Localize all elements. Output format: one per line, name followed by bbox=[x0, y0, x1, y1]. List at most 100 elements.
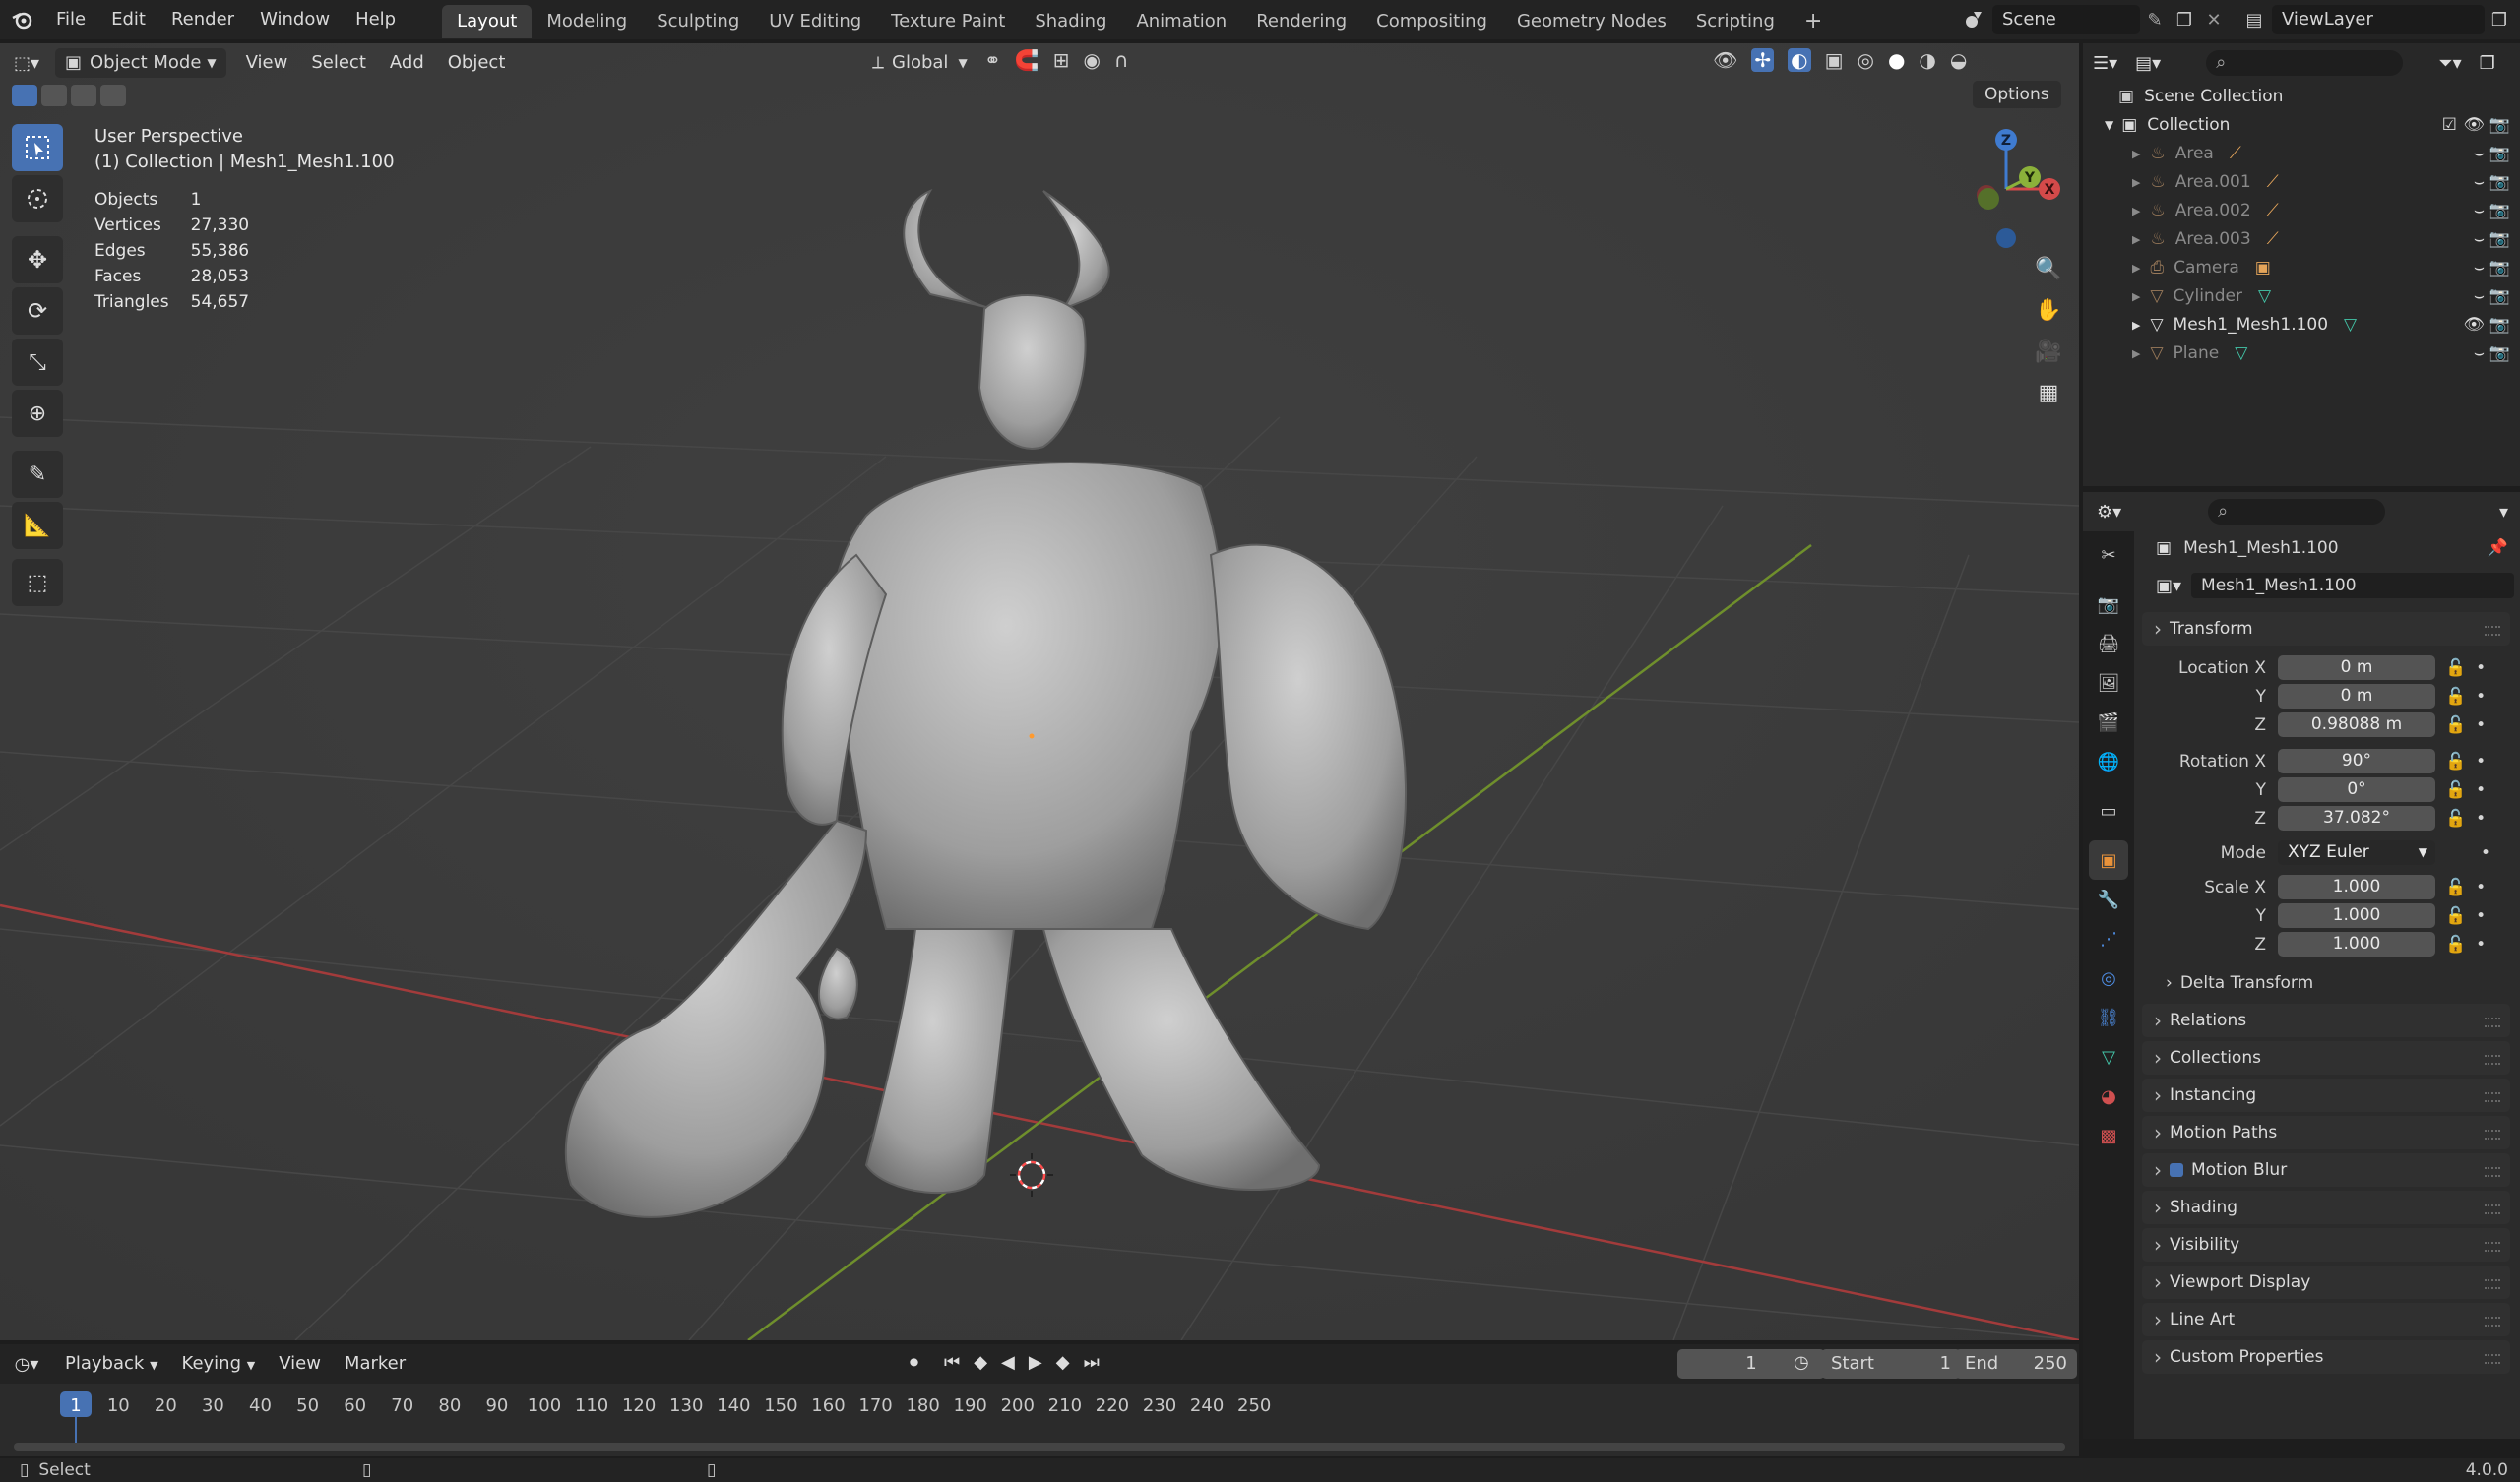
drag-grip-icon[interactable] bbox=[2485, 1018, 2500, 1027]
object-name-field[interactable]: Mesh1_Mesh1.100 bbox=[2191, 573, 2515, 598]
eye-closed-icon[interactable]: ⌣ bbox=[2474, 197, 2485, 225]
constraints-tab-icon[interactable]: ⛓ bbox=[2089, 998, 2128, 1037]
play-reverse-icon[interactable]: ◀ bbox=[1001, 1352, 1015, 1373]
tab-geometry-nodes[interactable]: Geometry Nodes bbox=[1502, 5, 1681, 38]
drag-grip-icon[interactable] bbox=[2485, 1130, 2500, 1140]
expand-chevron-icon[interactable]: ▶ bbox=[2132, 225, 2140, 254]
lock-icon[interactable]: 🔓 bbox=[2445, 935, 2466, 955]
expand-chevron-icon[interactable]: ▶ bbox=[2132, 340, 2140, 368]
add-workspace-button[interactable]: + bbox=[1790, 5, 1837, 38]
expand-chevron-icon[interactable]: ▶ bbox=[2132, 197, 2140, 225]
outliner-item[interactable]: ▶ ♨ Area.001 ⟋ ⌣ 📷 bbox=[2118, 168, 2520, 197]
scale-tool-icon[interactable]: ⤡ bbox=[12, 339, 63, 386]
delta-transform-subpanel[interactable]: › Delta Transform bbox=[2142, 966, 2520, 1000]
rendered-shading-icon[interactable]: ◒ bbox=[1950, 48, 1967, 72]
eye-icon[interactable]: 👁 bbox=[2463, 311, 2485, 340]
viewport-menu-object[interactable]: Object bbox=[436, 43, 518, 83]
drag-grip-icon[interactable] bbox=[2485, 1167, 2500, 1177]
drag-grip-icon[interactable] bbox=[2485, 1317, 2500, 1327]
eye-closed-icon[interactable]: ⌣ bbox=[2474, 254, 2485, 282]
keying-menu[interactable]: Keying ▼ bbox=[170, 1344, 268, 1384]
light-icon[interactable]: ⟋ bbox=[2267, 197, 2279, 225]
viewport-menu-view[interactable]: View bbox=[234, 43, 300, 83]
panel-header[interactable]: Visibility bbox=[2142, 1228, 2510, 1262]
visibility-filter-icon[interactable]: 👁 bbox=[1713, 48, 1737, 72]
wireframe-shading-icon[interactable]: ◎ bbox=[1858, 48, 1874, 72]
keyframe-dot-icon[interactable]: • bbox=[2476, 658, 2486, 678]
next-keyframe-icon[interactable]: ◆ bbox=[1056, 1352, 1070, 1373]
particles-tab-icon[interactable]: ⋰ bbox=[2089, 919, 2128, 958]
view-layer-icon[interactable]: ▤ bbox=[2236, 4, 2272, 35]
timeline-scrollbar[interactable] bbox=[14, 1443, 2065, 1451]
exclude-checkbox[interactable]: ☑ bbox=[2442, 111, 2457, 140]
display-mode-icon[interactable]: ▤▾ bbox=[2135, 53, 2161, 74]
keyframe-dot-icon[interactable]: • bbox=[2476, 780, 2486, 800]
light-icon[interactable]: ⟋ bbox=[2230, 140, 2241, 168]
tool-tab-icon[interactable]: ✂ bbox=[2089, 535, 2128, 575]
rotate-tool-icon[interactable]: ⟳ bbox=[12, 287, 63, 335]
falloff-icon[interactable]: ∩ bbox=[1114, 48, 1129, 72]
select-box-tool-icon[interactable] bbox=[12, 124, 63, 171]
material-tab-icon[interactable]: ◕ bbox=[2089, 1077, 2128, 1116]
light-icon[interactable]: ⟋ bbox=[2267, 225, 2279, 254]
expand-chevron-icon[interactable]: ▶ bbox=[2132, 168, 2140, 197]
tab-modeling[interactable]: Modeling bbox=[532, 5, 642, 38]
filter-icon[interactable]: ⏷▾ bbox=[2438, 53, 2461, 74]
location-z-field[interactable]: 0.98088 m bbox=[2278, 712, 2435, 737]
pivot-icon[interactable]: ⚭ bbox=[984, 48, 1001, 72]
blender-logo-icon[interactable] bbox=[0, 0, 43, 39]
tab-texture-paint[interactable]: Texture Paint bbox=[876, 5, 1020, 38]
mesh-icon[interactable]: ▽ bbox=[2344, 311, 2357, 340]
3d-viewport[interactable]: ⬚▾ ▣ Object Mode ▼ View Select Add Objec… bbox=[0, 43, 2079, 1340]
drag-grip-icon[interactable] bbox=[2485, 1242, 2500, 1252]
keyframe-dot-icon[interactable]: • bbox=[2476, 687, 2486, 707]
render-tab-icon[interactable]: 📷 bbox=[2089, 585, 2128, 624]
move-tool-icon[interactable]: ✥ bbox=[12, 236, 63, 283]
keyframe-dot-icon[interactable]: • bbox=[2476, 809, 2486, 829]
tab-rendering[interactable]: Rendering bbox=[1241, 5, 1361, 38]
cursor-tool-icon[interactable] bbox=[12, 175, 63, 222]
tab-uv-editing[interactable]: UV Editing bbox=[754, 5, 876, 38]
menu-edit[interactable]: Edit bbox=[98, 0, 158, 39]
view-layer-tab-icon[interactable]: 🖼 bbox=[2089, 663, 2128, 703]
object-tab-icon[interactable]: ▣ bbox=[2089, 840, 2128, 880]
modifier-tab-icon[interactable]: 🔧 bbox=[2089, 880, 2128, 919]
pin-icon[interactable]: 📌 bbox=[2488, 538, 2508, 558]
lock-icon[interactable]: 🔓 bbox=[2445, 658, 2466, 678]
new-collection-icon[interactable]: ❐ bbox=[2480, 53, 2495, 74]
delete-scene-icon[interactable]: ✕ bbox=[2199, 10, 2229, 31]
eye-icon[interactable]: 👁 bbox=[2463, 111, 2485, 140]
pin-scene-icon[interactable]: ✎ bbox=[2140, 10, 2170, 31]
playback-menu[interactable]: Playback ▼ bbox=[53, 1344, 170, 1384]
outliner-item[interactable]: ▶ ♨ Area.002 ⟋ ⌣ 📷 bbox=[2118, 197, 2520, 225]
panel-header[interactable]: Motion Blur bbox=[2142, 1153, 2510, 1187]
keyframe-dot-icon[interactable]: • bbox=[2476, 878, 2486, 897]
collection-tab-icon[interactable]: ▭ bbox=[2089, 791, 2128, 831]
options-button[interactable]: Options bbox=[1973, 81, 2061, 108]
expand-chevron-icon[interactable]: ▼ bbox=[2105, 111, 2113, 140]
xray-icon[interactable]: ▣ bbox=[1825, 48, 1844, 72]
select-invert-icon[interactable] bbox=[100, 85, 126, 106]
new-scene-icon[interactable]: ❐ bbox=[2170, 10, 2199, 31]
expand-chevron-icon[interactable]: ▶ bbox=[2132, 140, 2140, 168]
render-camera-icon[interactable]: 📷 bbox=[2489, 311, 2510, 340]
tab-layout[interactable]: Layout bbox=[442, 5, 533, 38]
properties-editor-icon[interactable]: ⚙▾ bbox=[2097, 502, 2121, 523]
new-view-layer-icon[interactable]: ❐ bbox=[2485, 10, 2514, 31]
panel-header[interactable]: Relations bbox=[2142, 1004, 2510, 1037]
render-camera-icon[interactable]: 📷 bbox=[2489, 225, 2510, 254]
eye-closed-icon[interactable]: ⌣ bbox=[2474, 282, 2485, 311]
output-tab-icon[interactable]: 🖨 bbox=[2089, 624, 2128, 663]
outliner-search-input[interactable]: ⌕ bbox=[2206, 50, 2404, 76]
snap-icon[interactable]: 🧲 bbox=[1015, 48, 1040, 72]
rotation-x-field[interactable]: 90° bbox=[2278, 749, 2435, 773]
annotate-tool-icon[interactable]: ✎ bbox=[12, 451, 63, 498]
keyframe-dot-icon[interactable]: • bbox=[2476, 752, 2486, 772]
object-type-dropdown-icon[interactable]: ▣▾ bbox=[2156, 576, 2181, 596]
gizmo-neg-z[interactable] bbox=[1996, 228, 2016, 248]
mesh-icon[interactable]: ▽ bbox=[2258, 282, 2271, 311]
mesh-icon[interactable]: ▽ bbox=[2235, 340, 2247, 368]
expand-chevron-icon[interactable]: ▶ bbox=[2132, 311, 2140, 340]
rotation-z-field[interactable]: 37.082° bbox=[2278, 806, 2435, 831]
physics-tab-icon[interactable]: ◎ bbox=[2089, 958, 2128, 998]
